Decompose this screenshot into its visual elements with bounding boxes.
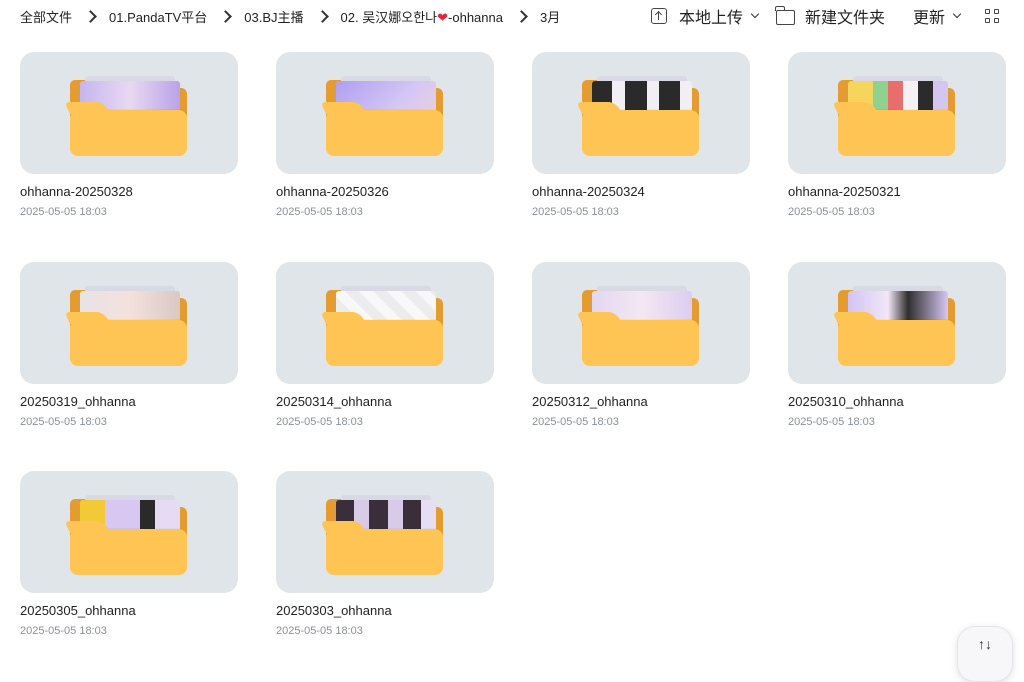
folder-front-icon bbox=[838, 320, 955, 366]
folder-name: 20250319_ohhanna bbox=[20, 394, 136, 409]
folder-card[interactable]: 20250312_ohhanna 2025-05-05 18:03 bbox=[532, 262, 750, 442]
folder-front-icon bbox=[70, 320, 187, 366]
folder-card[interactable]: 20250314_ohhanna 2025-05-05 18:03 bbox=[276, 262, 494, 442]
folder-date: 2025-05-05 18:03 bbox=[532, 416, 619, 428]
folder-thumbnail bbox=[532, 262, 750, 384]
folder-date: 2025-05-05 18:03 bbox=[788, 416, 875, 428]
chevron-down-icon bbox=[750, 9, 760, 19]
sort-button[interactable]: 更新 bbox=[913, 5, 962, 27]
folder-name: 20250312_ohhanna bbox=[532, 394, 648, 409]
folder-front-icon bbox=[326, 320, 443, 366]
folder-name: 20250303_ohhanna bbox=[276, 603, 392, 618]
folder-front-icon bbox=[70, 110, 187, 156]
folder-thumbnail bbox=[276, 52, 494, 174]
chevron-down-icon bbox=[952, 9, 962, 19]
breadcrumb-item-all-files[interactable]: 全部文件 bbox=[20, 7, 72, 26]
breadcrumb-item-pandatv[interactable]: 01.PandaTV平台 bbox=[109, 7, 207, 26]
chevron-right-icon bbox=[515, 9, 528, 23]
grid-view-icon bbox=[985, 8, 1000, 24]
folder-thumbnail bbox=[20, 471, 238, 593]
sort-label: 更新 bbox=[913, 10, 946, 27]
folder-card[interactable]: 20250303_ohhanna 2025-05-05 18:03 bbox=[276, 471, 494, 651]
folder-name: ohhanna-20250328 bbox=[20, 184, 133, 199]
new-folder-button[interactable]: 新建文件夹 bbox=[775, 5, 886, 27]
folder-name: ohhanna-20250321 bbox=[788, 184, 901, 199]
folder-thumbnail bbox=[788, 52, 1006, 174]
folder-thumbnail bbox=[788, 262, 1006, 384]
breadcrumb-label-part: 02. 吴汉娜오한나 bbox=[340, 9, 438, 25]
folder-date: 2025-05-05 18:03 bbox=[276, 416, 363, 428]
folder-name: 20250305_ohhanna bbox=[20, 603, 136, 618]
folder-icon bbox=[775, 5, 795, 25]
folder-name: ohhanna-20250324 bbox=[532, 184, 645, 199]
folder-card[interactable]: 20250305_ohhanna 2025-05-05 18:03 bbox=[20, 471, 238, 651]
folder-thumbnail bbox=[532, 52, 750, 174]
folder-card[interactable]: ohhanna-20250321 2025-05-05 18:03 bbox=[788, 52, 1006, 232]
folder-name: 20250310_ohhanna bbox=[788, 394, 904, 409]
folder-date: 2025-05-05 18:03 bbox=[20, 416, 107, 428]
view-toggle-button[interactable] bbox=[985, 5, 1000, 27]
folder-front-icon bbox=[70, 529, 187, 575]
folder-front-icon bbox=[838, 110, 955, 156]
folder-thumbnail bbox=[276, 262, 494, 384]
top-bar: 全部文件 01.PandaTV平台 03.BJ主播 02. 吴汉娜오한나❤-oh… bbox=[0, 0, 1024, 32]
folder-name: ohhanna-20250326 bbox=[276, 184, 389, 199]
folder-date: 2025-05-05 18:03 bbox=[788, 206, 875, 218]
folder-card[interactable]: ohhanna-20250328 2025-05-05 18:03 bbox=[20, 52, 238, 232]
folder-date: 2025-05-05 18:03 bbox=[276, 206, 363, 218]
folder-date: 2025-05-05 18:03 bbox=[20, 625, 107, 637]
chevron-right-icon bbox=[219, 9, 233, 23]
heart-icon: ❤ bbox=[437, 9, 449, 25]
folder-thumbnail bbox=[20, 262, 238, 384]
folder-date: 2025-05-05 18:03 bbox=[532, 206, 619, 218]
chevron-right-icon bbox=[315, 9, 329, 23]
folder-card[interactable]: 20250319_ohhanna 2025-05-05 18:03 bbox=[20, 262, 238, 442]
breadcrumb-item-bj-streamers[interactable]: 03.BJ主播 bbox=[244, 7, 303, 26]
breadcrumb-item-current: 3月 bbox=[539, 9, 561, 25]
upload-icon bbox=[651, 8, 667, 24]
folder-card[interactable]: ohhanna-20250326 2025-05-05 18:03 bbox=[276, 52, 494, 232]
folder-front-icon bbox=[326, 110, 443, 156]
upload-label: 本地上传 bbox=[679, 10, 744, 27]
folder-thumbnail bbox=[276, 471, 494, 593]
folder-thumbnail bbox=[20, 52, 238, 174]
new-folder-label: 新建文件夹 bbox=[805, 10, 886, 27]
folder-front-icon bbox=[582, 110, 699, 156]
folder-date: 2025-05-05 18:03 bbox=[20, 206, 107, 218]
folder-card[interactable]: 20250310_ohhanna 2025-05-05 18:03 bbox=[788, 262, 1006, 442]
folder-date: 2025-05-05 18:03 bbox=[276, 625, 363, 637]
breadcrumb-label-part: -ohhanna bbox=[448, 9, 503, 25]
upload-button[interactable]: 本地上传 bbox=[651, 5, 760, 27]
folder-name: 20250314_ohhanna bbox=[276, 394, 392, 409]
transfer-list-button[interactable]: ↑↓ bbox=[957, 626, 1013, 682]
transfer-icon: ↑↓ bbox=[978, 636, 992, 652]
chevron-right-icon bbox=[84, 9, 97, 23]
breadcrumb-item-ohhanna[interactable]: 02. 吴汉娜오한나❤-ohhanna bbox=[341, 7, 503, 26]
folder-card[interactable]: ohhanna-20250324 2025-05-05 18:03 bbox=[532, 52, 750, 232]
folder-front-icon bbox=[326, 529, 443, 575]
folder-front-icon bbox=[582, 320, 699, 366]
breadcrumb: 全部文件 01.PandaTV平台 03.BJ主播 02. 吴汉娜오한나❤-oh… bbox=[20, 0, 560, 32]
